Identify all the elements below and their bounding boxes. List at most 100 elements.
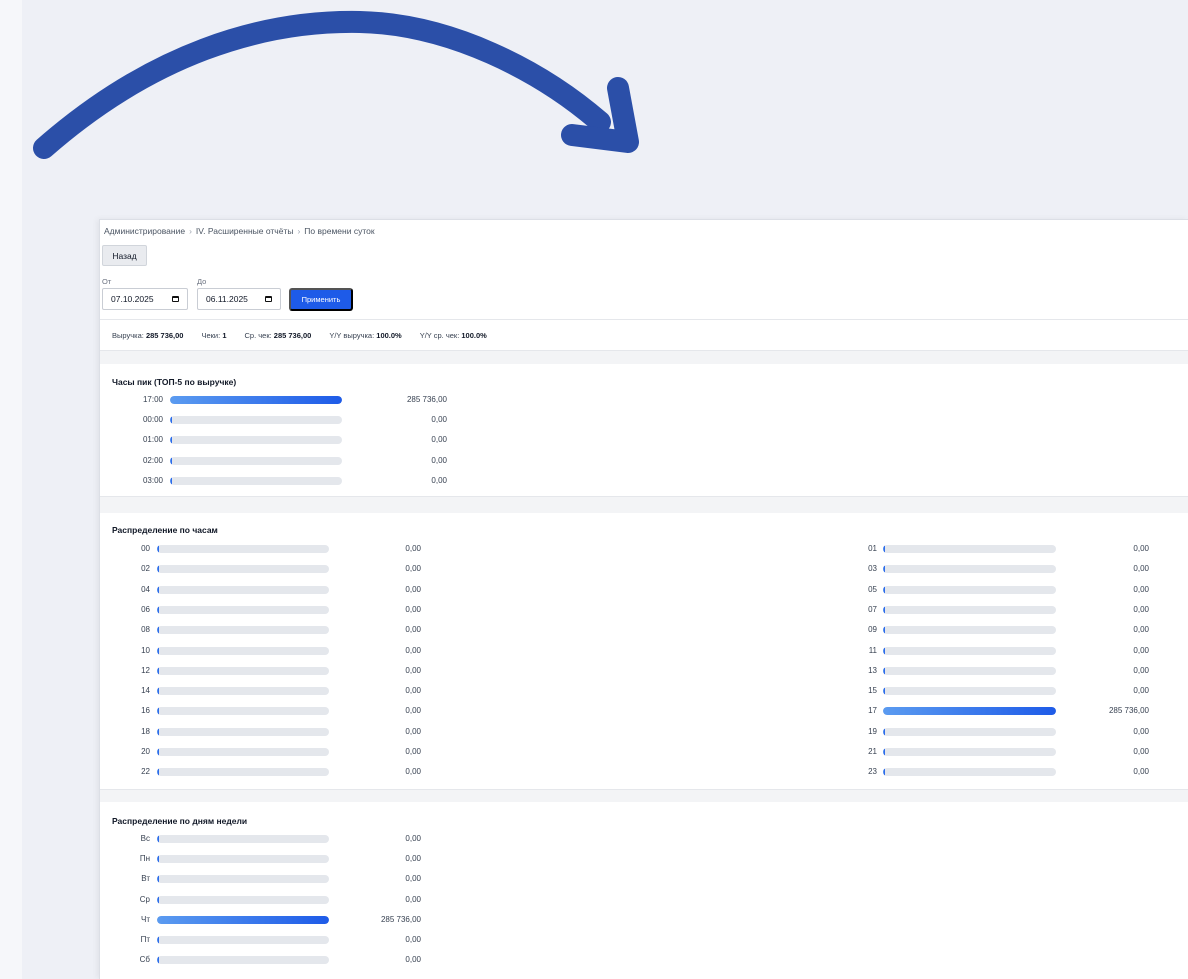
calendar-icon[interactable] xyxy=(265,296,272,302)
bar-label: Ср xyxy=(139,894,150,904)
bar-row: Вс 0,00 xyxy=(100,834,1188,844)
bar-row: 01 0,00 xyxy=(100,544,1188,554)
bar-fill xyxy=(883,727,885,736)
bar-track xyxy=(883,565,1056,574)
bar-track xyxy=(170,476,342,485)
bar-value: 0,00 xyxy=(1133,625,1149,635)
stat-label: Ср. чек: xyxy=(244,331,272,340)
peak-hours-title: Часы пик (ТОП-5 по выручке) xyxy=(112,377,237,387)
bar-fill xyxy=(883,707,1056,716)
bar-fill xyxy=(170,456,172,465)
bar-value: 0,00 xyxy=(1133,564,1149,574)
bar-fill xyxy=(170,436,172,445)
bar-value: 0,00 xyxy=(1133,544,1149,553)
bar-value: 0,00 xyxy=(405,935,421,944)
bar-fill xyxy=(883,545,885,553)
bar-label: 21 xyxy=(868,747,877,756)
bar-track xyxy=(157,936,329,944)
bar-row: Сб 0,00 xyxy=(100,955,1188,965)
stat-value: 285 736,00 xyxy=(273,331,312,340)
bar-track xyxy=(883,666,1056,675)
bar-track xyxy=(157,875,329,884)
bar-row: 21 0,00 xyxy=(100,747,1188,757)
section-gap xyxy=(100,351,1188,364)
from-date-input[interactable]: 07.10.2025 xyxy=(102,288,188,310)
to-date-input[interactable]: 06.11.2025 xyxy=(197,288,281,310)
calendar-icon[interactable] xyxy=(172,296,179,302)
bar-row: 07 0,00 xyxy=(100,605,1188,615)
stat-value: 1 xyxy=(222,331,227,340)
bar-value: 0,00 xyxy=(431,475,447,485)
bar-track xyxy=(883,707,1056,716)
bar-label: Чт xyxy=(141,914,150,924)
from-date-value: 07.10.2025 xyxy=(111,294,154,304)
bar-label: 17:00 xyxy=(142,395,163,404)
bar-fill xyxy=(883,666,885,675)
to-date-value: 06.11.2025 xyxy=(206,294,248,304)
bar-row: 01:00 0,00 xyxy=(100,435,1188,445)
bar-label: 03 xyxy=(868,564,877,574)
bar-row: 00:00 0,00 xyxy=(100,415,1188,425)
breadcrumb: Администрирование › IV. Расширенные отчёты… xyxy=(104,226,375,236)
bar-row: 13 0,00 xyxy=(100,666,1188,676)
bar-fill xyxy=(157,915,329,924)
section-gap xyxy=(100,790,1188,802)
bar-row: Пт 0,00 xyxy=(100,935,1188,945)
bar-track xyxy=(883,626,1056,635)
bar-row: Вт 0,00 xyxy=(100,874,1188,884)
bar-fill xyxy=(157,936,159,944)
bar-row: 15 0,00 xyxy=(100,686,1188,696)
bar-track xyxy=(170,436,342,445)
stat-item: Выручка: 285 736,00 xyxy=(112,331,183,340)
bar-row: 03:00 0,00 xyxy=(100,476,1188,486)
breadcrumb-separator: › xyxy=(189,226,192,236)
bar-row: 17 285 736,00 xyxy=(100,706,1188,716)
bar-row: 17:00 285 736,00 xyxy=(100,395,1188,405)
bar-label: 03:00 xyxy=(142,475,163,485)
stat-value: 285 736,00 xyxy=(145,331,184,340)
stat-label: Y/Y выручка: xyxy=(329,331,375,340)
bar-label: Сб xyxy=(139,955,150,965)
hours-distribution-title: Распределение по часам xyxy=(112,525,218,535)
bar-value: 0,00 xyxy=(405,854,421,864)
bar-row: 23 0,00 xyxy=(100,767,1188,777)
bar-fill xyxy=(883,626,885,635)
curved-arrow xyxy=(33,10,639,159)
bar-row: 19 0,00 xyxy=(100,727,1188,737)
stat-value: 100.0% xyxy=(376,331,402,340)
bar-value: 285 736,00 xyxy=(406,395,447,404)
bar-label: Вт xyxy=(141,874,150,884)
bar-label: 02:00 xyxy=(142,455,163,465)
bar-fill xyxy=(883,585,885,594)
bar-value: 0,00 xyxy=(405,894,421,904)
bar-label: 23 xyxy=(868,767,877,777)
weekdays-distribution-title: Распределение по дням недели xyxy=(112,816,248,826)
bar-label: 00:00 xyxy=(142,415,163,425)
bar-fill xyxy=(157,855,159,864)
stat-item: Чеки: 1 xyxy=(201,331,226,340)
bar-row: 02:00 0,00 xyxy=(100,456,1188,466)
apply-button[interactable]: Применить xyxy=(289,288,353,311)
bar-fill xyxy=(157,895,159,904)
divider xyxy=(100,319,1188,320)
bar-label: 01:00 xyxy=(142,435,163,445)
bar-track xyxy=(883,768,1056,777)
bar-row: Ср 0,00 xyxy=(100,895,1188,905)
bar-track xyxy=(157,915,329,924)
back-button[interactable]: Назад xyxy=(102,245,147,266)
breadcrumb-item[interactable]: IV. Расширенные отчёты xyxy=(196,226,294,236)
stat-label: Чеки: xyxy=(201,331,221,340)
bar-track xyxy=(883,605,1056,614)
bar-track xyxy=(170,396,342,404)
bar-value: 0,00 xyxy=(1133,686,1149,696)
bar-value: 0,00 xyxy=(1133,584,1149,594)
stats-bar: Выручка: 285 736,00 Чеки: 1 Ср. чек: 285 7… xyxy=(112,331,487,340)
bar-value: 0,00 xyxy=(431,415,447,425)
section-gap xyxy=(100,497,1188,513)
stat-item: Y/Y ср. чек: 100.0% xyxy=(420,331,487,340)
bar-track xyxy=(883,687,1056,696)
stat-value: 100.0% xyxy=(461,331,487,340)
breadcrumb-item[interactable]: Администрирование xyxy=(104,226,185,236)
bar-value: 285 736,00 xyxy=(380,914,421,924)
bar-row: 11 0,00 xyxy=(100,646,1188,656)
